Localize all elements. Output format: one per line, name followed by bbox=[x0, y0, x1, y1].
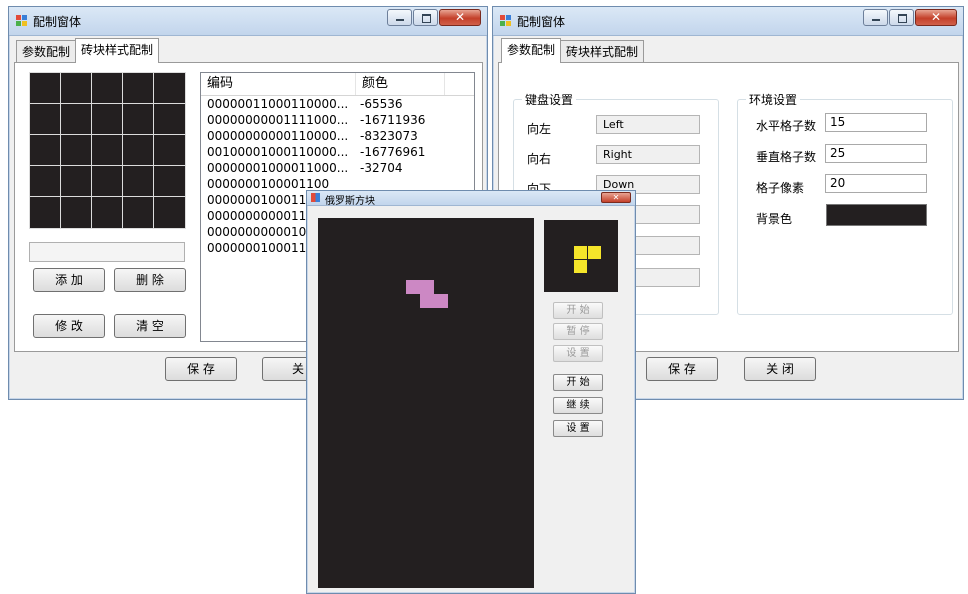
minimize-button[interactable] bbox=[387, 9, 412, 26]
window-title: 配制窗体 bbox=[33, 15, 82, 29]
close-icon: ✕ bbox=[930, 10, 942, 24]
code-cell: 00000011000110000... bbox=[207, 97, 349, 111]
falling-piece-cell bbox=[420, 294, 434, 308]
maximize-icon bbox=[422, 14, 431, 23]
maximize-icon bbox=[898, 14, 907, 23]
app-icon bbox=[311, 193, 320, 202]
table-row[interactable]: 00100001000110000... -16776961 bbox=[201, 144, 474, 160]
cell-pixels-input[interactable]: 20 bbox=[825, 174, 927, 193]
next-piece-cell bbox=[588, 246, 601, 259]
falling-piece-cell bbox=[420, 280, 434, 294]
settings-button-disabled[interactable]: 设 置 bbox=[553, 345, 603, 362]
start-button[interactable]: 开 始 bbox=[553, 374, 603, 391]
tab-params[interactable]: 参数配制 bbox=[501, 38, 562, 63]
environment-settings-title: 环境设置 bbox=[746, 91, 801, 108]
save-button-right[interactable]: 保 存 bbox=[646, 357, 718, 381]
close-window-button[interactable]: ✕ bbox=[915, 9, 957, 26]
list-header: 编码 颜色 bbox=[201, 73, 474, 96]
falling-piece-cell bbox=[406, 280, 420, 294]
color-cell: -8323073 bbox=[360, 129, 418, 143]
code-cell: 00000001000011000... bbox=[207, 161, 349, 175]
key-left-field[interactable]: Left bbox=[596, 115, 700, 134]
close-icon: ✕ bbox=[454, 10, 466, 24]
table-row[interactable]: 00000011000110000... -65536 bbox=[201, 96, 474, 112]
next-piece-preview bbox=[544, 220, 618, 292]
tab-brick-style[interactable]: 砖块样式配制 bbox=[75, 38, 160, 63]
maximize-button[interactable] bbox=[413, 9, 438, 26]
background-color-swatch[interactable] bbox=[826, 204, 927, 226]
settings-button[interactable]: 设 置 bbox=[553, 420, 603, 437]
minimize-icon bbox=[396, 19, 404, 21]
table-row[interactable]: 00000001000011000... -32704 bbox=[201, 160, 474, 176]
start-button-disabled[interactable]: 开 始 bbox=[553, 302, 603, 319]
color-cell: -16711936 bbox=[360, 113, 426, 127]
next-piece-cell bbox=[574, 246, 587, 259]
window-title: 俄罗斯方块 bbox=[325, 196, 375, 207]
keyboard-settings-title: 键盘设置 bbox=[522, 91, 577, 108]
vertical-cells-label: 垂直格子数 bbox=[756, 150, 817, 164]
key-right-field[interactable]: Right bbox=[596, 145, 700, 164]
close-button-right[interactable]: 关 闭 bbox=[744, 357, 816, 381]
column-header-color[interactable]: 颜色 bbox=[356, 73, 445, 95]
title-bar[interactable]: 俄罗斯方块 ✕ bbox=[307, 191, 635, 207]
key-left-label: 向左 bbox=[527, 122, 552, 136]
horizontal-cells-label: 水平格子数 bbox=[756, 119, 817, 133]
brick-pattern-grid[interactable] bbox=[28, 71, 186, 229]
continue-button[interactable]: 继 续 bbox=[553, 397, 603, 414]
code-cell: 00100001000110000... bbox=[207, 145, 349, 159]
close-window-button[interactable]: ✕ bbox=[439, 9, 481, 26]
falling-piece-cell bbox=[434, 294, 448, 308]
color-cell: -32704 bbox=[360, 161, 403, 175]
vertical-cells-input[interactable]: 25 bbox=[825, 144, 927, 163]
table-row[interactable]: 00000000001111000... -16711936 bbox=[201, 112, 474, 128]
code-cell: 00000000001111000... bbox=[207, 113, 349, 127]
game-board[interactable] bbox=[318, 218, 534, 588]
column-header-code[interactable]: 编码 bbox=[201, 73, 356, 95]
table-row[interactable]: 00000000000110000... -8323073 bbox=[201, 128, 474, 144]
color-cell: -16776961 bbox=[360, 145, 426, 159]
key-right-label: 向右 bbox=[527, 152, 552, 166]
color-cell: -65536 bbox=[360, 97, 403, 111]
cell-pixels-label: 格子像素 bbox=[756, 181, 805, 195]
window-title: 配制窗体 bbox=[517, 15, 566, 29]
modify-button[interactable]: 修 改 bbox=[33, 314, 105, 338]
minimize-button[interactable] bbox=[863, 9, 888, 26]
close-window-button[interactable]: ✕ bbox=[601, 192, 631, 203]
code-cell: 00000000000110000... bbox=[207, 129, 349, 143]
close-icon: ✕ bbox=[612, 193, 620, 202]
clear-button[interactable]: 清 空 bbox=[114, 314, 186, 338]
next-piece-cell bbox=[574, 260, 587, 273]
background-color-label: 背景色 bbox=[756, 212, 793, 226]
minimize-icon bbox=[872, 19, 880, 21]
color-preview[interactable] bbox=[29, 242, 185, 262]
save-button-left[interactable]: 保 存 bbox=[165, 357, 237, 381]
title-bar[interactable]: 配制窗体 ✕ bbox=[493, 7, 963, 36]
add-button[interactable]: 添 加 bbox=[33, 268, 105, 292]
horizontal-cells-input[interactable]: 15 bbox=[825, 113, 927, 132]
app-icon bbox=[500, 15, 512, 27]
title-bar[interactable]: 配制窗体 ✕ bbox=[9, 7, 487, 36]
maximize-button[interactable] bbox=[889, 9, 914, 26]
delete-button[interactable]: 删 除 bbox=[114, 268, 186, 292]
app-icon bbox=[16, 15, 28, 27]
pause-button-disabled[interactable]: 暂 停 bbox=[553, 323, 603, 340]
